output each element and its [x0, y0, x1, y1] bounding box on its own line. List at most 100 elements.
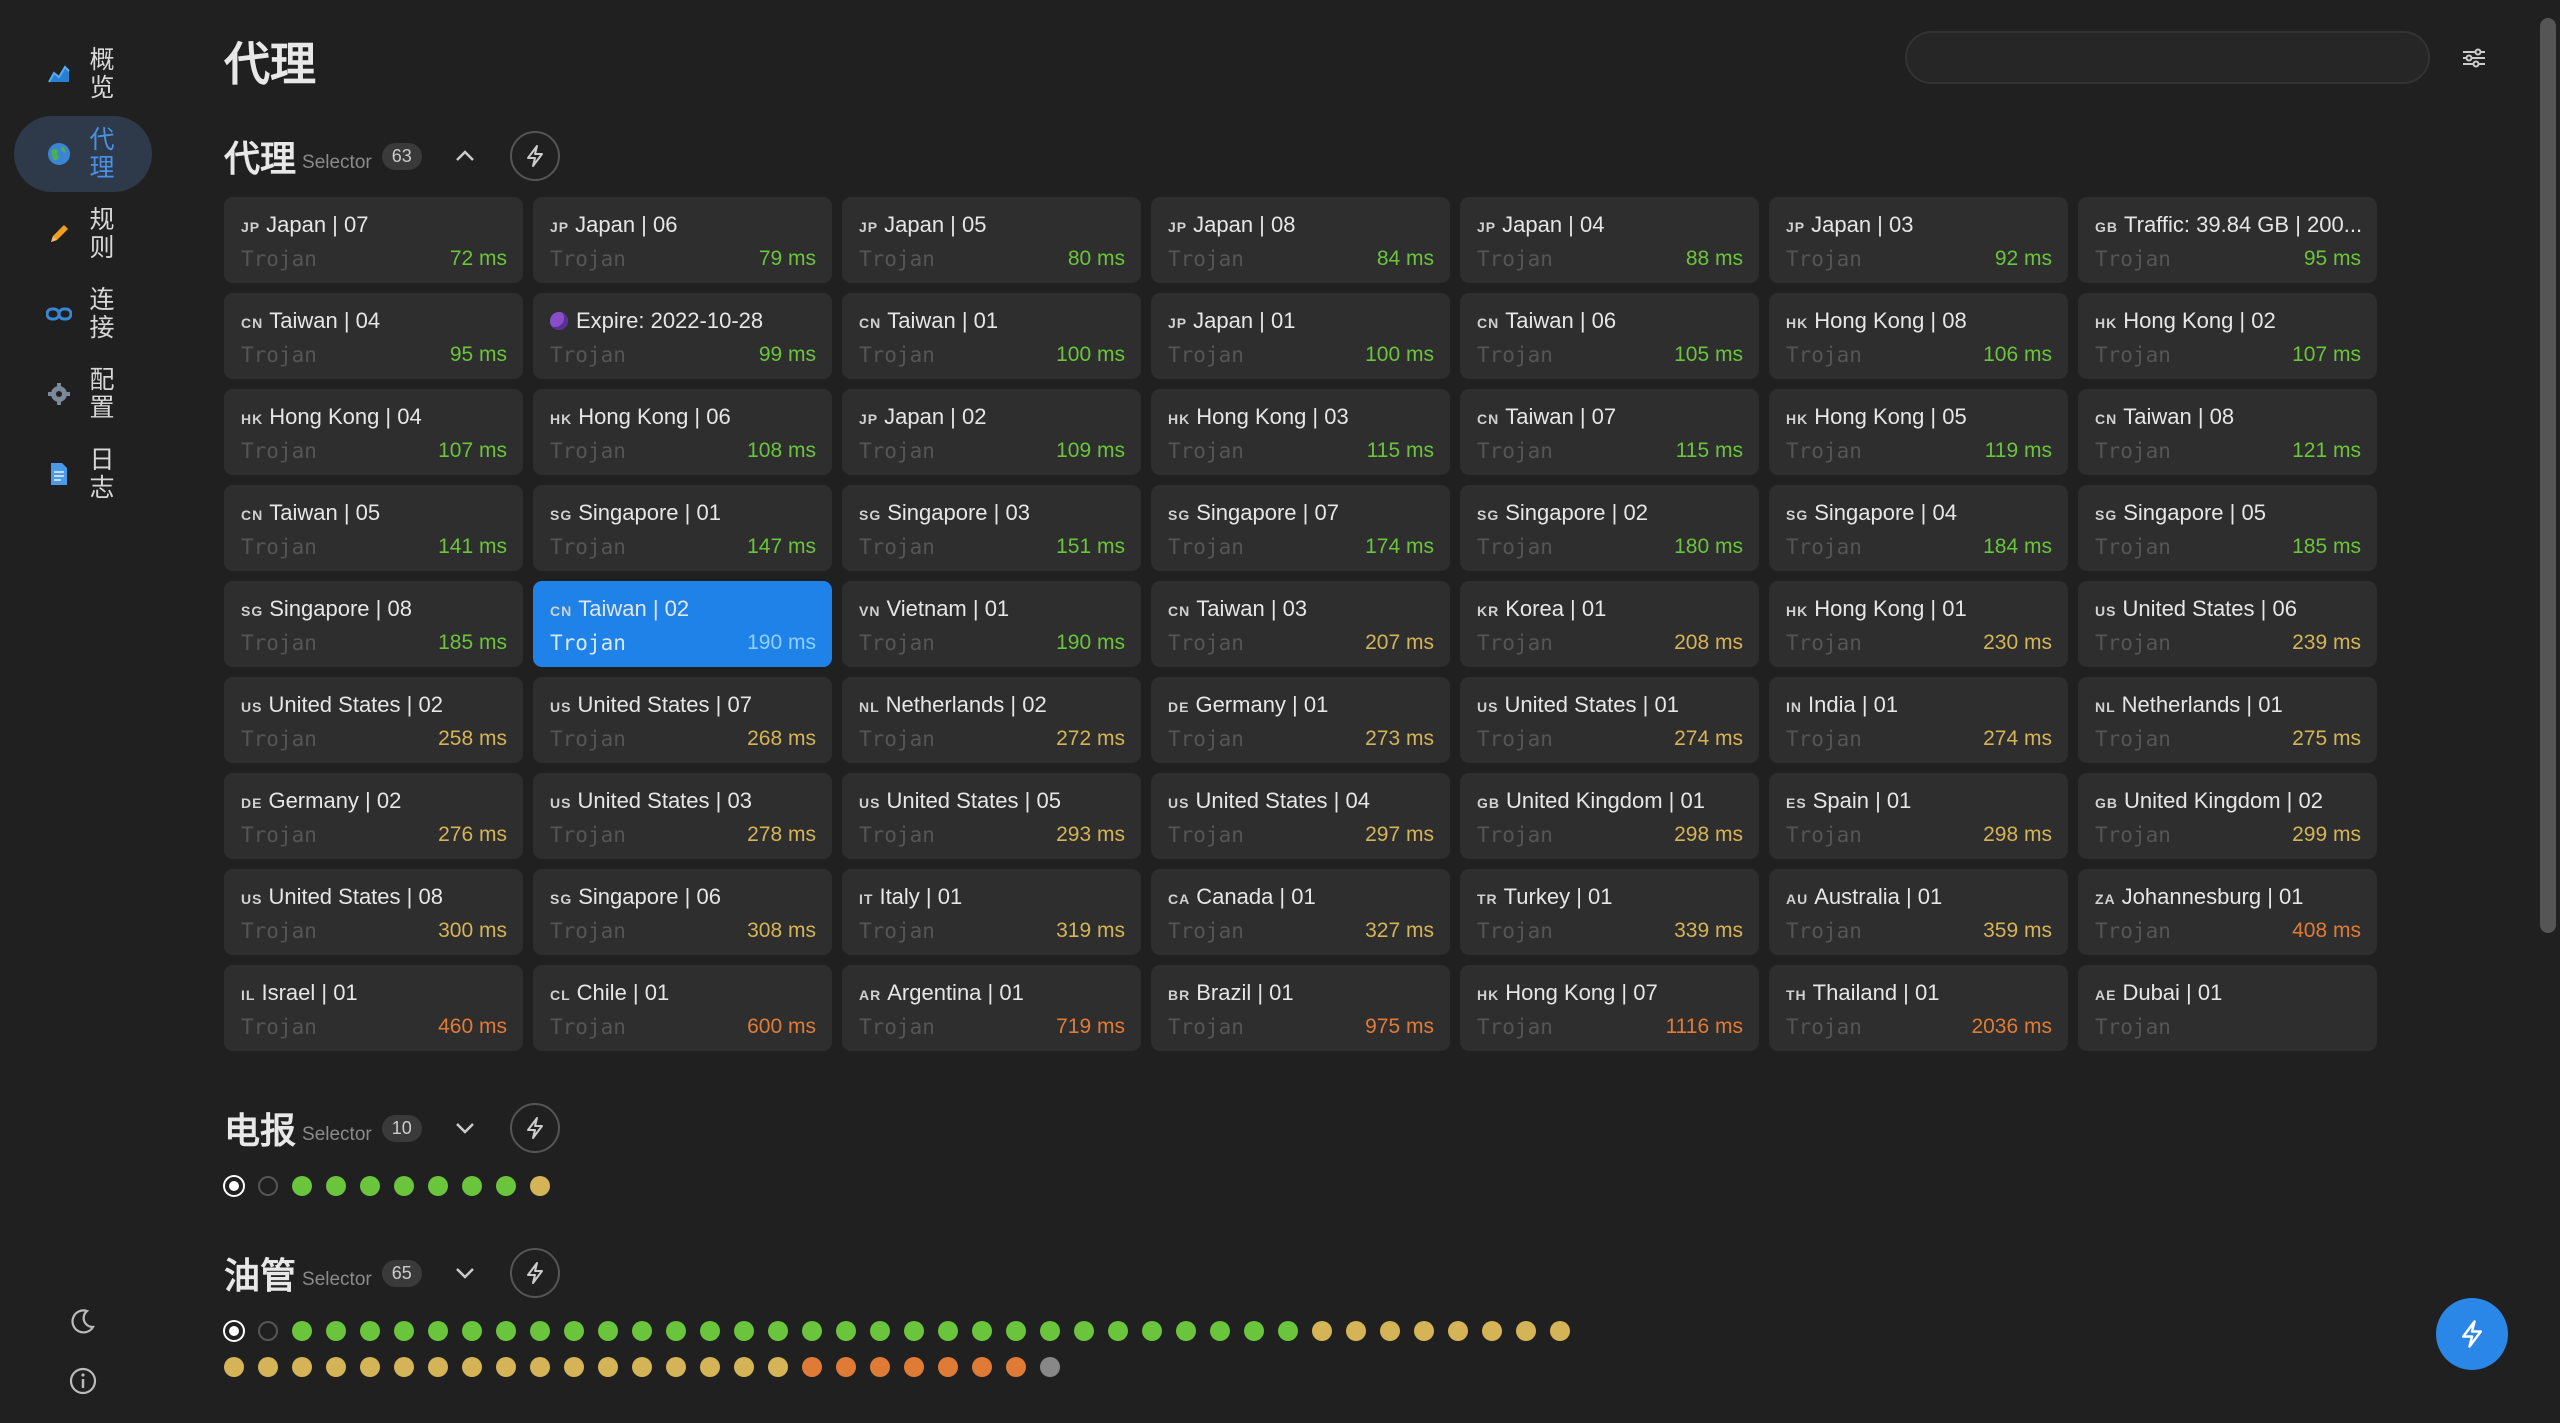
proxy-dot[interactable]: [360, 1357, 380, 1377]
latency-test-button[interactable]: [509, 1103, 560, 1153]
proxy-card[interactable]: HK Hong Kong | 07 Trojan 1116 ms: [1460, 965, 1759, 1051]
proxy-card[interactable]: JP Japan | 04 Trojan 88 ms: [1460, 197, 1759, 283]
proxy-dot[interactable]: [1550, 1321, 1570, 1341]
proxy-card[interactable]: DE Germany | 01 Trojan 273 ms: [1151, 677, 1450, 763]
chevron-down-icon[interactable]: [450, 1258, 480, 1288]
proxy-card[interactable]: TH Thailand | 01 Trojan 2036 ms: [1769, 965, 2068, 1051]
proxy-dot[interactable]: [1108, 1321, 1128, 1341]
nav-item-connections[interactable]: 连接: [14, 276, 152, 352]
proxy-dot[interactable]: [462, 1176, 482, 1196]
proxy-dot[interactable]: [564, 1357, 584, 1377]
proxy-dot[interactable]: [632, 1357, 652, 1377]
proxy-dot[interactable]: [1346, 1321, 1366, 1341]
proxy-dot[interactable]: [1176, 1321, 1196, 1341]
proxy-dot[interactable]: [1380, 1321, 1400, 1341]
proxy-card[interactable]: JP Japan | 03 Trojan 92 ms: [1769, 197, 2068, 283]
proxy-dot[interactable]: [360, 1176, 380, 1196]
proxy-dot[interactable]: [768, 1357, 788, 1377]
proxy-card[interactable]: GB United Kingdom | 02 Trojan 299 ms: [2078, 773, 2377, 859]
proxy-dot[interactable]: [734, 1321, 754, 1341]
proxy-card[interactable]: CA Canada | 01 Trojan 327 ms: [1151, 869, 1450, 955]
proxy-card[interactable]: VN Vietnam | 01 Trojan 190 ms: [842, 581, 1141, 667]
proxy-dot[interactable]: [802, 1321, 822, 1341]
proxy-card[interactable]: SG Singapore | 02 Trojan 180 ms: [1460, 485, 1759, 571]
proxy-dot[interactable]: [496, 1357, 516, 1377]
proxy-dot[interactable]: [428, 1176, 448, 1196]
proxy-card[interactable]: GB United Kingdom | 01 Trojan 298 ms: [1460, 773, 1759, 859]
proxy-card[interactable]: ZA Johannesburg | 01 Trojan 408 ms: [2078, 869, 2377, 955]
proxy-card[interactable]: HK Hong Kong | 08 Trojan 106 ms: [1769, 293, 2068, 379]
proxy-card[interactable]: IL Israel | 01 Trojan 460 ms: [224, 965, 523, 1051]
proxy-card[interactable]: SG Singapore | 04 Trojan 184 ms: [1769, 485, 2068, 571]
proxy-card[interactable]: ES Spain | 01 Trojan 298 ms: [1769, 773, 2068, 859]
proxy-card[interactable]: AE Dubai | 01 Trojan: [2078, 965, 2377, 1051]
proxy-card[interactable]: JP Japan | 01 Trojan 100 ms: [1151, 293, 1450, 379]
proxy-card[interactable]: HK Hong Kong | 01 Trojan 230 ms: [1769, 581, 2068, 667]
proxy-dot[interactable]: [292, 1321, 312, 1341]
proxy-dot[interactable]: [972, 1357, 992, 1377]
test-all-latency-button[interactable]: [2436, 1298, 2508, 1370]
search-input[interactable]: [1905, 31, 2430, 84]
proxy-card[interactable]: IN India | 01 Trojan 274 ms: [1769, 677, 2068, 763]
proxy-card[interactable]: HK Hong Kong | 06 Trojan 108 ms: [533, 389, 832, 475]
proxy-card[interactable]: JP Japan | 07 Trojan 72 ms: [224, 197, 523, 283]
proxy-dot[interactable]: [904, 1321, 924, 1341]
proxy-card[interactable]: JP Japan | 05 Trojan 80 ms: [842, 197, 1141, 283]
proxy-card[interactable]: JP Japan | 02 Trojan 109 ms: [842, 389, 1141, 475]
proxy-card[interactable]: JP Japan | 08 Trojan 84 ms: [1151, 197, 1450, 283]
proxy-card[interactable]: US United States | 07 Trojan 268 ms: [533, 677, 832, 763]
proxy-dot[interactable]: [904, 1357, 924, 1377]
proxy-card[interactable]: US United States | 06 Trojan 239 ms: [2078, 581, 2377, 667]
proxy-card[interactable]: KR Korea | 01 Trojan 208 ms: [1460, 581, 1759, 667]
proxy-card[interactable]: US United States | 03 Trojan 278 ms: [533, 773, 832, 859]
proxy-card[interactable]: SG Singapore | 06 Trojan 308 ms: [533, 869, 832, 955]
proxy-dot[interactable]: [1312, 1321, 1332, 1341]
proxy-dot[interactable]: [326, 1176, 346, 1196]
nav-item-config[interactable]: 配置: [14, 356, 152, 432]
proxy-dot[interactable]: [734, 1357, 754, 1377]
nav-item-proxies[interactable]: 代理: [14, 116, 152, 192]
proxy-dot[interactable]: [1516, 1321, 1536, 1341]
proxy-dot-selected[interactable]: [225, 1322, 243, 1340]
proxy-card[interactable]: CN Taiwan | 05 Trojan 141 ms: [224, 485, 523, 571]
proxy-card[interactable]: NL Netherlands | 02 Trojan 272 ms: [842, 677, 1141, 763]
proxy-dot[interactable]: [462, 1357, 482, 1377]
scrollbar-thumb[interactable]: [2540, 18, 2556, 933]
proxy-card[interactable]: US United States | 05 Trojan 293 ms: [842, 773, 1141, 859]
proxy-dot[interactable]: [1482, 1321, 1502, 1341]
proxy-dot-selected[interactable]: [225, 1177, 243, 1195]
proxy-card[interactable]: CL Chile | 01 Trojan 600 ms: [533, 965, 832, 1051]
proxy-dot[interactable]: [360, 1321, 380, 1341]
proxy-dot[interactable]: [1244, 1321, 1264, 1341]
proxy-card[interactable]: HK Hong Kong | 04 Trojan 107 ms: [224, 389, 523, 475]
nav-item-logs[interactable]: 日志: [14, 436, 152, 512]
proxy-card[interactable]: CN Taiwan | 08 Trojan 121 ms: [2078, 389, 2377, 475]
proxy-dot[interactable]: [938, 1357, 958, 1377]
proxy-dot[interactable]: [1142, 1321, 1162, 1341]
proxy-dot[interactable]: [870, 1357, 890, 1377]
proxy-dot[interactable]: [1006, 1357, 1026, 1377]
proxy-card[interactable]: SG Singapore | 07 Trojan 174 ms: [1151, 485, 1450, 571]
proxy-card[interactable]: US United States | 04 Trojan 297 ms: [1151, 773, 1450, 859]
proxy-card[interactable]: HK Hong Kong | 05 Trojan 119 ms: [1769, 389, 2068, 475]
proxy-dot[interactable]: [224, 1357, 244, 1377]
proxy-dot[interactable]: [666, 1321, 686, 1341]
proxy-card[interactable]: SG Singapore | 08 Trojan 185 ms: [224, 581, 523, 667]
proxy-dot[interactable]: [598, 1321, 618, 1341]
proxy-dot[interactable]: [1448, 1321, 1468, 1341]
proxy-dot[interactable]: [258, 1357, 278, 1377]
chevron-up-icon[interactable]: [450, 141, 480, 171]
proxy-dot[interactable]: [1074, 1321, 1094, 1341]
proxy-card[interactable]: TR Turkey | 01 Trojan 339 ms: [1460, 869, 1759, 955]
proxy-card[interactable]: US United States | 01 Trojan 274 ms: [1460, 677, 1759, 763]
proxy-dot[interactable]: [496, 1321, 516, 1341]
proxy-dot[interactable]: [394, 1321, 414, 1341]
proxy-card[interactable]: CN Taiwan | 07 Trojan 115 ms: [1460, 389, 1759, 475]
proxy-dot[interactable]: [938, 1321, 958, 1341]
moon-icon[interactable]: [66, 1304, 100, 1338]
proxy-card[interactable]: CN Taiwan | 04 Trojan 95 ms: [224, 293, 523, 379]
proxy-card[interactable]: HK Hong Kong | 02 Trojan 107 ms: [2078, 293, 2377, 379]
proxy-dot[interactable]: [292, 1176, 312, 1196]
proxy-dot[interactable]: [394, 1357, 414, 1377]
proxy-dot[interactable]: [564, 1321, 584, 1341]
